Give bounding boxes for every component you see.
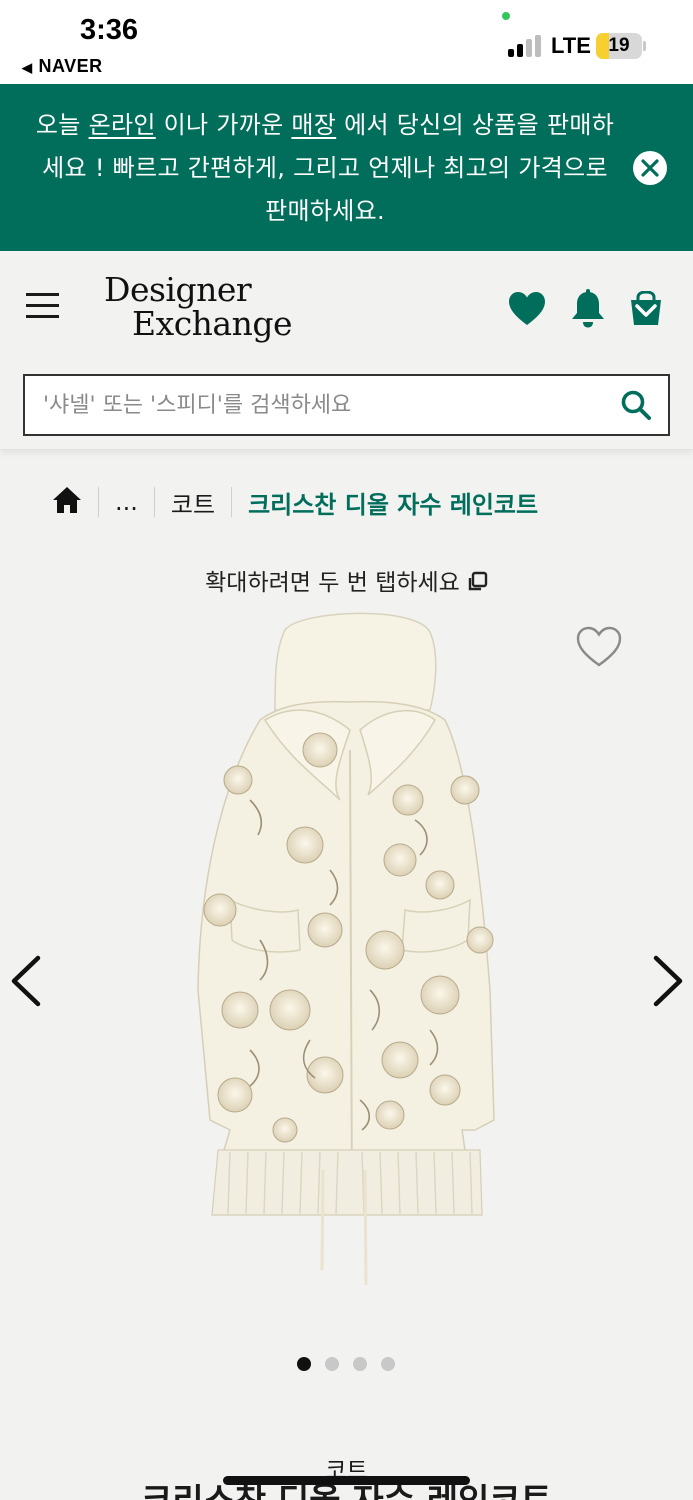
bell-icon [572,289,604,328]
add-to-wishlist-button[interactable] [576,626,622,672]
product-image[interactable] [190,610,510,1300]
zoom-hint: 확대하려면 두 번 탭하세요 [0,563,693,597]
carousel-dot[interactable] [381,1357,395,1371]
promo-text-1: 오늘 [35,111,89,139]
network-type: LTE [551,33,591,58]
privacy-indicator-dot [502,12,510,20]
coat-illustration [197,612,495,1286]
breadcrumb-separator [98,487,99,517]
carousel-dot[interactable] [297,1357,311,1371]
breadcrumb-category[interactable]: 코트 [171,485,215,520]
site-header: Designer Exchange [0,251,693,450]
search-button[interactable] [620,389,652,425]
home-icon [53,487,81,513]
promo-link-online[interactable]: 온라인 [89,111,156,139]
wishlist-button[interactable] [508,291,546,331]
logo[interactable]: Designer Exchange [104,270,293,343]
search-icon [621,390,651,420]
menu-button[interactable] [26,293,59,319]
breadcrumb-ellipsis[interactable]: ... [115,488,138,516]
logo-line-1: Designer [104,270,252,309]
search-input[interactable] [43,376,603,434]
promo-link-store[interactable]: 매장 [291,111,336,139]
signal-icon [508,35,542,57]
logo-line-2: Exchange [132,304,293,343]
cart-button[interactable] [628,290,664,331]
product-title: 크리스찬 디올 자수 레인코트 [0,1484,693,1500]
battery-percent: 19 [608,35,630,56]
battery-icon: 19 [596,33,642,59]
breadcrumb: ... 코트 크리스찬 디올 자수 레인코트 [52,482,538,522]
notifications-button[interactable] [569,289,607,333]
close-icon [641,159,659,177]
carousel-dots [297,1357,409,1371]
status-bar: 3:36 ◀ NAVER LTE 19 [0,0,693,84]
breadcrumb-separator [231,487,233,517]
chevron-left-icon [11,955,41,1007]
back-app-label: NAVER [38,56,103,76]
heart-outline-icon [576,626,622,667]
breadcrumb-separator [153,487,155,517]
chevron-right-icon [653,955,683,1007]
back-triangle-icon: ◀ [22,60,33,75]
carousel-dot[interactable] [353,1357,367,1371]
bag-icon [631,290,661,325]
next-image-button[interactable] [650,955,686,1011]
home-indicator[interactable] [223,1476,470,1485]
zoom-hint-text: 확대하려면 두 번 탭하세요 [205,570,460,596]
promo-banner: 오늘 온라인 이나 가까운 매장 에서 당신의 상품을 판매하세요 ! 빠르고 … [0,84,693,251]
heart-icon [509,292,545,325]
carousel-dot[interactable] [325,1357,339,1371]
expand-icon [468,571,488,591]
previous-image-button[interactable] [8,955,44,1011]
battery-tip [643,41,646,51]
clock: 3:36 [80,14,139,46]
promo-message: 오늘 온라인 이나 가까운 매장 에서 당신의 상품을 판매하세요 ! 빠르고 … [30,104,620,233]
close-banner-button[interactable] [633,151,667,185]
back-to-app[interactable]: ◀ NAVER [22,56,103,77]
breadcrumb-home[interactable] [52,486,82,518]
breadcrumb-current: 크리스찬 디올 자수 레인코트 [248,490,539,519]
promo-text-2: 이나 가까운 [155,111,292,139]
search-bar [23,374,670,436]
